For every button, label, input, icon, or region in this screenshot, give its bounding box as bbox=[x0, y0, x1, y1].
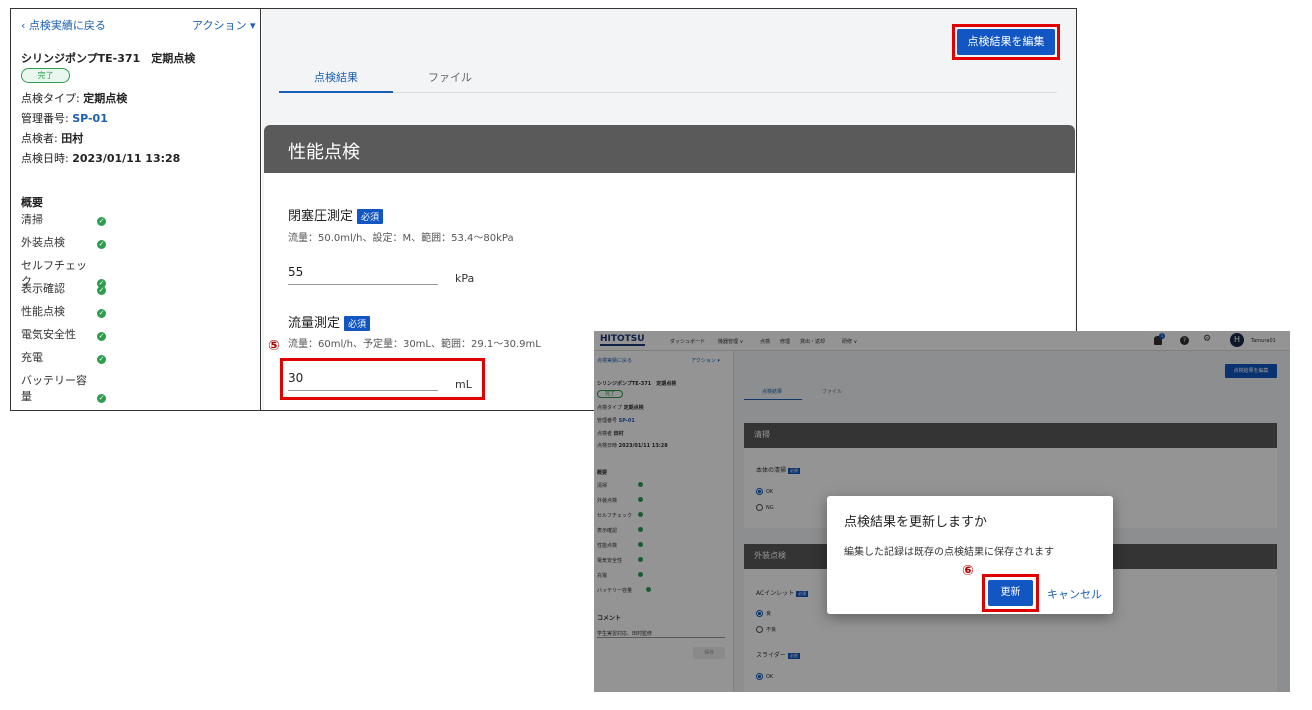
management-number: 管理番号: SP-01 bbox=[21, 110, 108, 126]
sidebar: ‹ 点検実績に戻る アクション ▾ シリンジポンプTE-371 定期点検 完了 … bbox=[11, 9, 261, 410]
required-badge: 必須 bbox=[344, 316, 371, 331]
summary-list: 清掃 ✓ 外装点検 ✓ セルフチェック ✓ 表示確認 ✓ 性能点検 ✓ 電気安全性 ✓ 充電… bbox=[21, 211, 251, 403]
summary-item-label: 外装点検 bbox=[21, 236, 65, 249]
summary-item-label: 清掃 bbox=[21, 213, 43, 226]
tab-active-indicator bbox=[279, 91, 393, 93]
unit-label: kPa bbox=[455, 272, 475, 285]
back-link[interactable]: ‹ 点検実績に戻る bbox=[21, 17, 106, 33]
summary-heading: 概要 bbox=[21, 196, 43, 209]
highlight-flow-input bbox=[280, 358, 485, 400]
occlusion-pressure-input[interactable]: 55 bbox=[288, 265, 438, 285]
screenshot-update-dialog: HITOTSU ダッシュボード 機器管理 ∨ 点検 修理 貸出・返却 研修 ∨ … bbox=[594, 331, 1290, 692]
status-badge: 完了 bbox=[21, 68, 70, 83]
step-marker-5: ⑤ bbox=[268, 338, 280, 354]
inspection-type: 点検タイプ: 定期点検 bbox=[21, 90, 127, 106]
dialog-title: 点検結果を更新しますか bbox=[844, 515, 988, 530]
actions-label: アクション bbox=[192, 19, 247, 32]
management-number-link[interactable]: SP-01 bbox=[72, 112, 108, 125]
check-icon: ✓ bbox=[97, 355, 106, 364]
cancel-button[interactable]: キャンセル bbox=[1047, 586, 1102, 602]
check-icon: ✓ bbox=[97, 240, 106, 249]
update-button[interactable]: 更新 bbox=[988, 580, 1033, 606]
check-icon: ✓ bbox=[97, 217, 106, 226]
inspection-date-value: 2023/01/11 13:28 bbox=[72, 152, 181, 165]
inspector: 点検者: 田村 bbox=[21, 130, 83, 146]
confirm-dialog: 点検結果を更新しますか 編集した記録は既存の点検結果に保存されます ⑥ 更新 キ… bbox=[827, 496, 1113, 614]
field-title-label: 流量測定 bbox=[288, 316, 341, 331]
summary-item-label: 性能点検 bbox=[21, 305, 65, 318]
summary-item[interactable]: 外装点検 ✓ bbox=[21, 234, 251, 257]
field-title: 閉塞圧測定 必須 bbox=[288, 205, 384, 224]
management-number-label: 管理番号: bbox=[21, 112, 73, 125]
field-title-label: 閉塞圧測定 bbox=[288, 209, 354, 224]
tab-divider bbox=[393, 92, 1057, 93]
dialog-message: 編集した記録は既存の点検結果に保存されます bbox=[844, 547, 1054, 558]
check-icon: ✓ bbox=[97, 286, 106, 295]
inspection-type-value: 定期点検 bbox=[83, 92, 128, 105]
inspector-label: 点検者: bbox=[21, 132, 62, 145]
summary-item[interactable]: 性能点検 ✓ bbox=[21, 303, 251, 326]
summary-item[interactable]: 清掃 ✓ bbox=[21, 211, 251, 234]
summary-item-label: 電気安全性 bbox=[21, 328, 76, 341]
inspection-type-label: 点検タイプ: bbox=[21, 92, 84, 105]
check-icon: ✓ bbox=[97, 332, 106, 341]
inspector-value: 田村 bbox=[61, 132, 84, 145]
summary-item-label: バッテリー容量 bbox=[21, 374, 87, 403]
inspection-date-label: 点検日時: bbox=[21, 152, 73, 165]
caret-down-icon: ▾ bbox=[249, 19, 256, 32]
summary-item[interactable]: バッテリー容量 ✓ bbox=[21, 372, 251, 403]
summary-item[interactable]: 電気安全性 ✓ bbox=[21, 326, 251, 349]
section-title: 性能点検 bbox=[264, 125, 1075, 173]
inspection-date: 点検日時: 2023/01/11 13:28 bbox=[21, 150, 180, 166]
step-marker-6: ⑥ bbox=[962, 563, 974, 579]
summary-item[interactable]: 表示確認 ✓ bbox=[21, 280, 251, 303]
page-title: シリンジポンプTE-371 定期点検 bbox=[21, 52, 196, 65]
summary-item-label: 表示確認 bbox=[21, 282, 65, 295]
field-title: 流量測定 必須 bbox=[288, 312, 371, 331]
summary-item[interactable]: セルフチェック ✓ bbox=[21, 257, 251, 288]
actions-dropdown[interactable]: アクション ▾ bbox=[192, 17, 255, 33]
required-badge: 必須 bbox=[357, 209, 384, 224]
chevron-left-icon: ‹ bbox=[21, 19, 26, 32]
field-description: 流量：60ml/h、予定量：30mL、範囲：29.1〜30.9mL bbox=[288, 339, 541, 350]
tab-files[interactable]: ファイル bbox=[393, 69, 507, 85]
tab-results[interactable]: 点検結果 bbox=[279, 69, 393, 85]
edit-results-button[interactable]: 点検結果を編集 bbox=[957, 29, 1055, 55]
back-link-label: 点検実績に戻る bbox=[28, 19, 106, 32]
check-icon: ✓ bbox=[97, 394, 106, 403]
summary-item-label: 充電 bbox=[21, 351, 43, 364]
summary-item[interactable]: 充電 ✓ bbox=[21, 349, 251, 372]
check-icon: ✓ bbox=[97, 309, 106, 318]
field-description: 流量：50.0ml/h、設定：M、範囲：53.4〜80kPa bbox=[288, 233, 514, 244]
